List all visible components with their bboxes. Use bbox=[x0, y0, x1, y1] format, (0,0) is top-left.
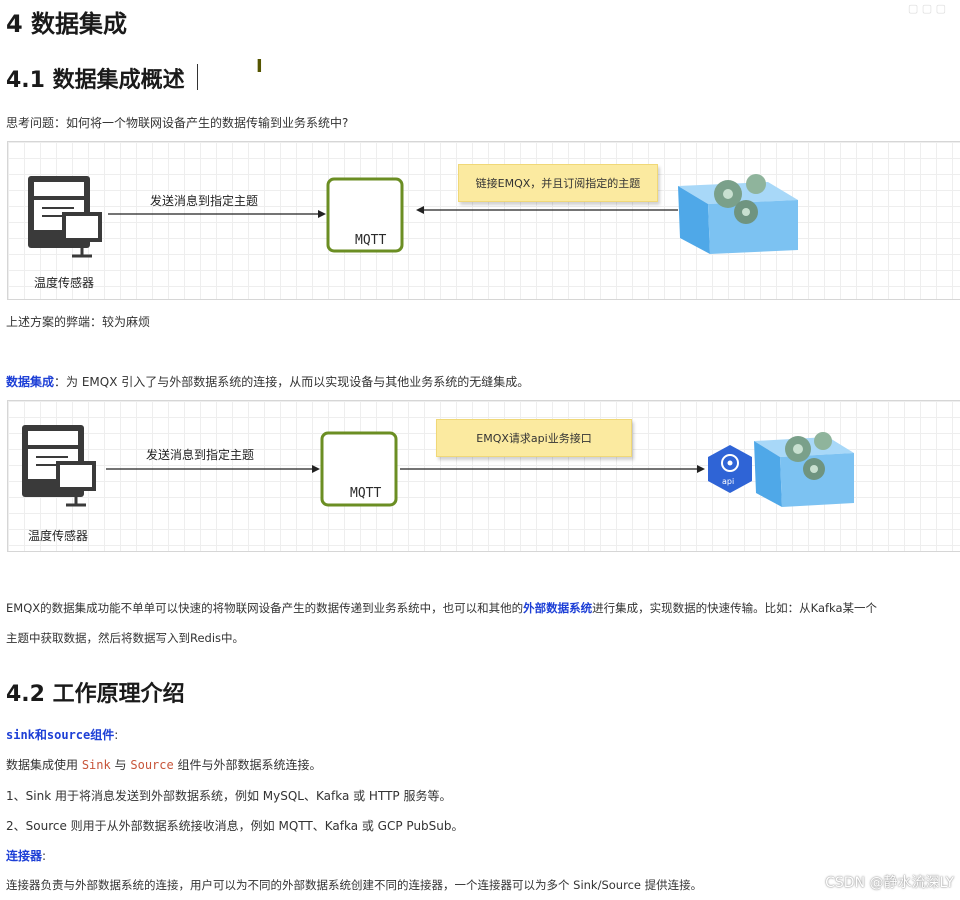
external-systems-term: 外部数据系统 bbox=[523, 601, 593, 615]
paragraph-text-continued: 进行集成，实现数据的快速传输。比如：从Kafka某一个 bbox=[592, 601, 878, 615]
corner-watermark-mark: ▢ ▢ ▢ bbox=[907, 2, 946, 15]
diagram-2-api-label: api bbox=[722, 477, 735, 486]
diagram-1-note: 链接EMQX，并且订阅指定的主题 bbox=[458, 164, 658, 202]
diagram-2-sensor-label: 温度传感器 bbox=[28, 529, 89, 543]
business-system-cube-icon bbox=[754, 432, 854, 507]
usage-part-1: 数据集成使用 bbox=[6, 758, 82, 772]
diagram-1-sensor-label: 温度传感器 bbox=[34, 276, 95, 290]
list-item-sink: 1、Sink 用于将消息发送到外部数据系统，例如 MySQL、Kafka 或 H… bbox=[6, 789, 452, 803]
paragraph-text: EMQX的数据集成功能不单单可以快速的将物联网设备产生的数据传递到业务系统中，也… bbox=[6, 601, 524, 615]
csdn-watermark: CSDN @静水流深LY bbox=[825, 875, 954, 891]
heading-main: 4 数据集成 bbox=[6, 10, 128, 38]
drawback-text: 上述方案的弊端：较为麻烦 bbox=[6, 315, 151, 329]
integration-definition: 数据集成：为 EMQX 引入了与外部数据系统的连接，从而以实现设备与其他业务系统… bbox=[6, 373, 529, 390]
integration-paragraph-line-1: EMQX的数据集成功能不单单可以快速的将物联网设备产生的数据传递到业务系统中，也… bbox=[6, 600, 877, 616]
sink-code: Sink bbox=[81, 758, 111, 772]
list-item-source: 2、Source 则用于从外部数据系统接收消息，例如 MQTT、Kafka 或 … bbox=[6, 819, 464, 833]
usage-text: 数据集成使用 Sink 与 Source 组件与外部数据系统连接。 bbox=[6, 756, 322, 773]
diagram-2-broker-label: MQTT bbox=[350, 486, 382, 501]
text-caret bbox=[197, 64, 198, 90]
text-cursor-icon: I bbox=[256, 56, 263, 77]
integration-paragraph-line-2: 主题中获取数据，然后将数据写入到Redis中。 bbox=[6, 631, 245, 645]
connector-description: 连接器负责与外部数据系统的连接，用户可以为不同的外部数据系统创建不同的连接器，一… bbox=[6, 878, 703, 892]
integration-term: 数据集成 bbox=[6, 375, 55, 389]
sensor-device-icon bbox=[22, 425, 96, 507]
diagram-2: 发送消息到指定主题 MQTT api 温度传感器 EMQX请求api业务接口 bbox=[7, 400, 960, 552]
connector-heading: 连接器: bbox=[6, 847, 46, 864]
diagram-2-note: EMQX请求api业务接口 bbox=[436, 419, 632, 457]
heading-4-2: 4.2 工作原理介绍 bbox=[6, 682, 185, 707]
source-code: Source bbox=[130, 758, 174, 772]
question-text: 思考问题：如何将一个物联网设备产生的数据传输到业务系统中? bbox=[6, 116, 349, 130]
diagram-2-arrow-label: 发送消息到指定主题 bbox=[146, 448, 255, 462]
connector-title: 连接器 bbox=[6, 849, 43, 863]
sink-source-heading: sink和source组件: bbox=[6, 726, 118, 743]
heading-4-1: 4.1 数据集成概述 bbox=[6, 68, 185, 93]
business-system-cube-icon bbox=[678, 174, 798, 254]
sensor-device-icon bbox=[28, 176, 102, 258]
usage-mid: 与 bbox=[110, 758, 131, 772]
diagram-1-arrow-label: 发送消息到指定主题 bbox=[150, 194, 259, 208]
integration-rest: ：为 EMQX 引入了与外部数据系统的连接，从而以实现设备与其他业务系统的无缝集… bbox=[54, 375, 530, 389]
sink-source-title: sink和source组件 bbox=[6, 728, 115, 742]
diagram-1-broker-label: MQTT bbox=[355, 233, 387, 248]
connector-colon: : bbox=[42, 849, 47, 863]
sink-source-colon: : bbox=[114, 728, 119, 742]
usage-part-2: 组件与外部数据系统连接。 bbox=[173, 758, 322, 772]
diagram-1: 发送消息到指定主题 MQTT 温度传感器 链接EMQX，并且订阅指定的主题 bbox=[7, 141, 960, 300]
